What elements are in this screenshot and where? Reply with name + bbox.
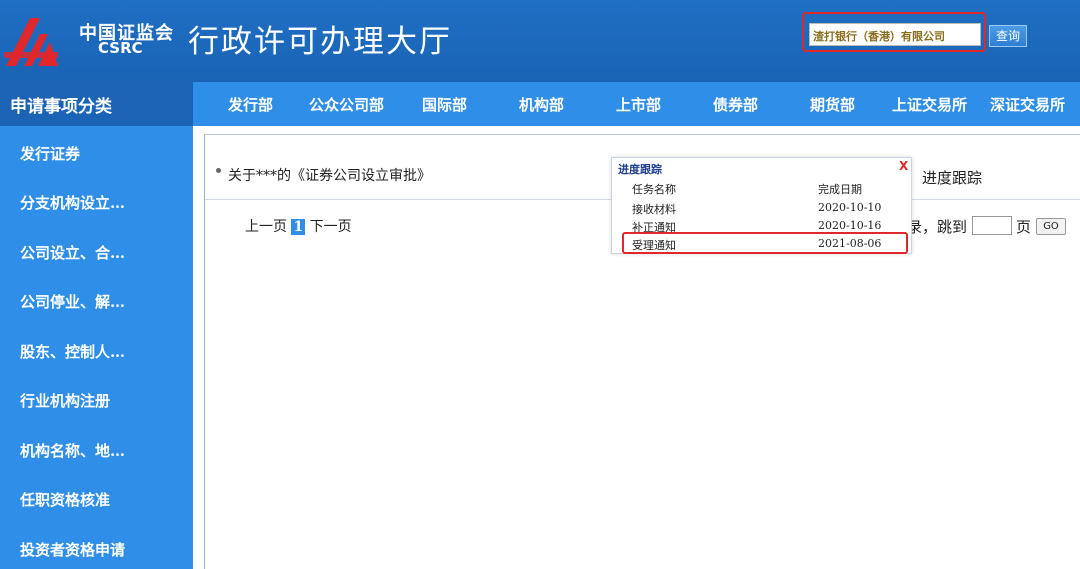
nav-item-sse[interactable]: 上证交易所 xyxy=(892,94,967,115)
sidebar-item-name-address[interactable]: 机构名称、地… xyxy=(20,440,125,461)
col-header-date: 完成日期 xyxy=(818,183,862,196)
popup-title-bar: 进度跟踪 X xyxy=(612,158,911,176)
sidebar-item-company-setup[interactable]: 公司设立、合… xyxy=(20,242,125,263)
pagination: 上一页 1 下一页 xyxy=(245,216,352,236)
next-page-link[interactable]: 下一页 xyxy=(310,219,352,235)
nav-item-futures[interactable]: 期货部 xyxy=(810,94,855,115)
sidebar-item-shareholder[interactable]: 股东、控制人… xyxy=(20,341,125,362)
prev-page-link[interactable]: 上一页 xyxy=(245,219,287,235)
close-icon[interactable]: X xyxy=(899,159,908,173)
nav-item-international[interactable]: 国际部 xyxy=(422,94,467,115)
nav-item-bond[interactable]: 债券部 xyxy=(713,94,758,115)
task-date: 2020-10-10 xyxy=(818,201,882,214)
site-title: 行政许可办理大厅 xyxy=(188,24,452,60)
popup-row: 接收材料 2020-10-10 xyxy=(632,199,902,216)
bullet-icon xyxy=(216,168,221,173)
category-heading: 申请事项分类 xyxy=(0,82,193,126)
page-jump-input[interactable] xyxy=(972,216,1012,235)
nav-item-institution[interactable]: 机构部 xyxy=(519,94,564,115)
application-title[interactable]: 关于***的《证券公司设立审批》 xyxy=(228,165,431,185)
sidebar-item-registration[interactable]: 行业机构注册 xyxy=(20,390,110,411)
nav-item-public-company[interactable]: 公众公司部 xyxy=(309,94,384,115)
search-button[interactable]: 查询 xyxy=(989,25,1027,47)
col-header-task: 任务名称 xyxy=(632,183,676,196)
logo-text-en: CSRC xyxy=(98,39,143,57)
nav-item-listing[interactable]: 上市部 xyxy=(616,94,661,115)
sidebar-item-investor[interactable]: 投资者资格申请 xyxy=(20,539,125,560)
sidebar-item-branch-setup[interactable]: 分支机构设立… xyxy=(20,192,125,213)
popup-title: 进度跟踪 xyxy=(618,163,662,176)
progress-tracking-link[interactable]: 进度跟踪 xyxy=(922,167,982,188)
sidebar-item-qualification[interactable]: 任职资格核准 xyxy=(20,489,110,510)
page-unit-label: 页 xyxy=(1016,218,1032,236)
current-page[interactable]: 1 xyxy=(291,219,306,235)
task-name: 接收材料 xyxy=(632,203,676,216)
go-button[interactable]: GO xyxy=(1036,218,1066,235)
nav-item-szse[interactable]: 深证交易所 xyxy=(990,94,1065,115)
nav-item-issuance[interactable]: 发行部 xyxy=(228,94,273,115)
jump-label: 录，跳到 xyxy=(907,218,968,236)
popup-header-row: 任务名称 完成日期 xyxy=(632,179,902,196)
search-highlight-box xyxy=(802,12,986,52)
task-date: 2020-10-16 xyxy=(818,219,882,232)
sidebar-item-company-suspension[interactable]: 公司停业、解… xyxy=(20,291,125,312)
site-header: 中国证监会 CSRC 行政许可办理大厅 渣打银行（香港）有限公司 查询 xyxy=(0,0,1080,82)
row-highlight-box xyxy=(622,232,908,254)
csrc-logo-icon xyxy=(4,18,58,66)
sidebar-item-issue-securities[interactable]: 发行证券 xyxy=(20,143,80,164)
